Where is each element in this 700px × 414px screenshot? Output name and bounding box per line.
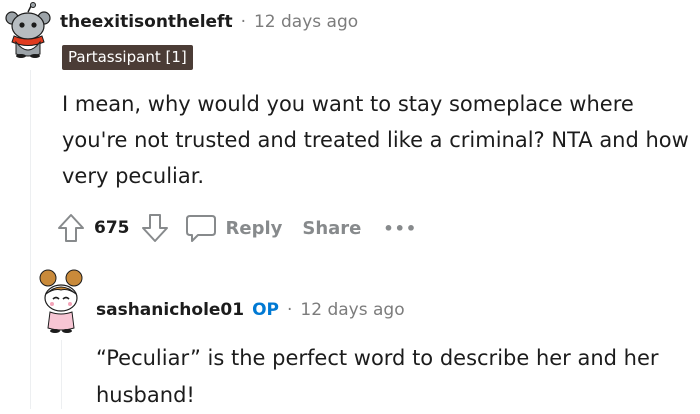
reply-label: Reply (225, 217, 283, 239)
upvote-button[interactable] (56, 212, 86, 244)
separator-dot: · (240, 12, 246, 32)
reply-timestamp[interactable]: 12 days ago (300, 300, 404, 320)
downvote-button[interactable] (140, 212, 170, 244)
snoo-avatar-icon (39, 269, 83, 333)
reply-author[interactable]: sashanichole01 (96, 300, 244, 320)
more-dots-icon: ••• (383, 218, 418, 238)
downvote-arrow-icon (141, 214, 168, 242)
reply-body: “Peculiar” is the perfect word to descri… (96, 346, 659, 407)
reply-header: sashanichole01 OP · 12 days ago (96, 297, 405, 323)
share-label: Share (302, 217, 362, 239)
upvote-arrow-icon (58, 214, 84, 242)
comment-bubble-icon (185, 215, 216, 242)
comment-body: I mean, why would you want to stay somep… (62, 92, 689, 188)
reply-button[interactable]: Reply (184, 212, 283, 244)
more-options-button[interactable]: ••• (383, 219, 417, 238)
commenter-avatar[interactable] (2, 2, 54, 58)
comment-author[interactable]: theexitisontheleft (60, 12, 233, 32)
separator-dot: · (287, 300, 293, 320)
snoo-avatar-icon (5, 2, 51, 58)
reply-thread-line[interactable] (61, 340, 62, 409)
comment-actions: 675 Reply Share ••• (56, 208, 417, 248)
thread-line[interactable] (30, 70, 31, 409)
comment-header: theexitisontheleft · 12 days ago (60, 9, 358, 35)
share-button[interactable]: Share (302, 218, 361, 239)
user-flair: Partassipant [1] (62, 45, 193, 70)
reply-avatar[interactable] (36, 268, 86, 336)
comment-timestamp[interactable]: 12 days ago (254, 12, 358, 32)
op-badge: OP (252, 300, 280, 320)
vote-count: 675 (94, 218, 130, 238)
